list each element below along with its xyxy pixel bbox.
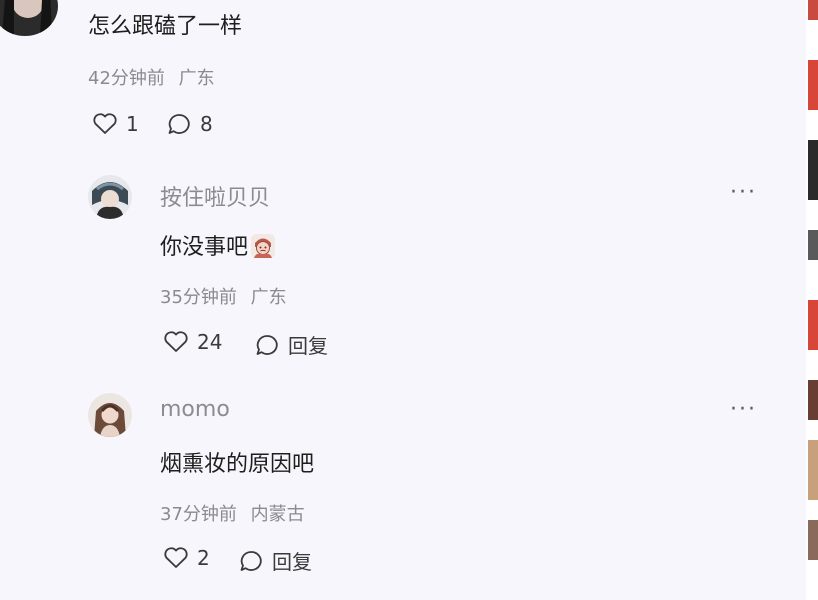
heart-icon bbox=[164, 547, 188, 568]
reply-2-username[interactable]: momo bbox=[160, 397, 230, 422]
reply-1-like-count: 24 bbox=[197, 330, 223, 354]
reply-1-avatar[interactable] bbox=[88, 175, 132, 219]
reply-1-location: 广东 bbox=[250, 287, 287, 308]
reply-1-time: 35分钟前 bbox=[160, 287, 237, 308]
top-comment-location: 广东 bbox=[178, 68, 215, 89]
reply-2-reply-button[interactable]: 回复 bbox=[238, 546, 312, 575]
top-comment-meta: 42分钟前 广东 bbox=[88, 64, 215, 90]
comment-bubble-icon bbox=[240, 550, 262, 571]
reply-2-avatar[interactable] bbox=[88, 393, 132, 437]
top-comment-reply-button[interactable]: 8 bbox=[166, 112, 213, 136]
reply-1-reply-button[interactable]: 回复 bbox=[254, 330, 328, 359]
top-comment-avatar[interactable] bbox=[0, 0, 58, 36]
top-comment-text: 怎么跟磕了一样 bbox=[88, 14, 243, 39]
heart-icon bbox=[93, 113, 117, 134]
reply-1-more-button[interactable]: ··· bbox=[730, 180, 757, 205]
reply-2-time: 37分钟前 bbox=[160, 504, 237, 525]
reply-1-meta: 35分钟前 广东 bbox=[160, 283, 287, 309]
reply-2-more-button[interactable]: ··· bbox=[730, 397, 757, 422]
reply-1-text-row: 你没事吧 bbox=[160, 229, 276, 261]
comment-bubble-icon bbox=[168, 114, 190, 134]
reply-1-reply-label: 回复 bbox=[288, 334, 328, 358]
heart-icon bbox=[164, 331, 188, 352]
reply-1-username[interactable]: 按住啦贝贝 bbox=[160, 180, 270, 212]
reply-1-text: 你没事吧 bbox=[160, 235, 249, 260]
top-comment-reply-count: 8 bbox=[200, 112, 213, 136]
top-comment-like-count: 1 bbox=[126, 112, 139, 136]
reply-2-text: 烟熏妆的原因吧 bbox=[160, 452, 315, 477]
top-comment-like-button[interactable]: 1 bbox=[92, 112, 139, 136]
comment-bubble-icon bbox=[256, 334, 278, 355]
reply-2-reply-label: 回复 bbox=[272, 550, 312, 574]
adjacent-content-strip bbox=[806, 0, 818, 600]
comment-thread: 怎么跟磕了一样 42分钟前 广东 1 8 按住啦贝贝 ··· 你没事吧 35分钟… bbox=[0, 0, 806, 600]
reply-2-location: 内蒙古 bbox=[250, 504, 305, 525]
top-comment-time: 42分钟前 bbox=[88, 68, 165, 89]
reply-2-like-count: 2 bbox=[197, 546, 210, 570]
reply-2-meta: 37分钟前 内蒙古 bbox=[160, 500, 305, 526]
reply-2-like-button[interactable]: 2 bbox=[163, 546, 210, 570]
reply-1-like-button[interactable]: 24 bbox=[163, 330, 222, 354]
face-sticker-icon bbox=[250, 233, 276, 259]
